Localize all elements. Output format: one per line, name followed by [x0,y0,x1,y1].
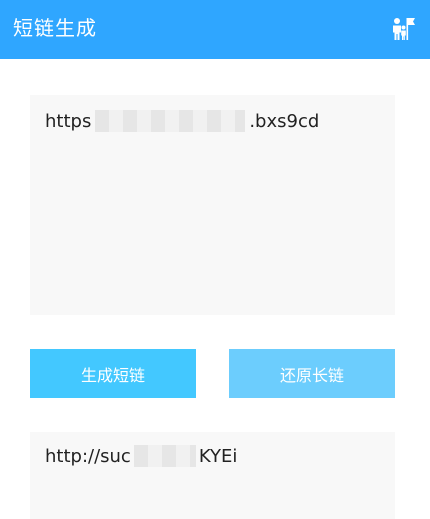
short-url-suffix: KYEi [198,446,238,467]
generate-short-link-button[interactable]: 生成短链 [30,349,196,398]
family-icon[interactable] [388,15,416,43]
app-bar: 短链生成 [0,0,430,59]
long-url-prefix: https [45,111,92,132]
long-url-suffix: .bxs9cd [249,111,320,132]
redacted-blur [95,109,246,132]
redacted-blur [133,444,196,467]
app-title: 短链生成 [13,16,97,40]
short-url-output[interactable]: http://suc KYEi [30,432,395,519]
long-url-input[interactable]: https .bxs9cd [30,95,395,315]
restore-long-link-button[interactable]: 还原长链 [229,349,395,398]
long-url-text: https .bxs9cd [45,109,320,134]
short-url-prefix: http://suc [45,446,131,467]
short-url-text: http://suc KYEi [45,444,238,469]
